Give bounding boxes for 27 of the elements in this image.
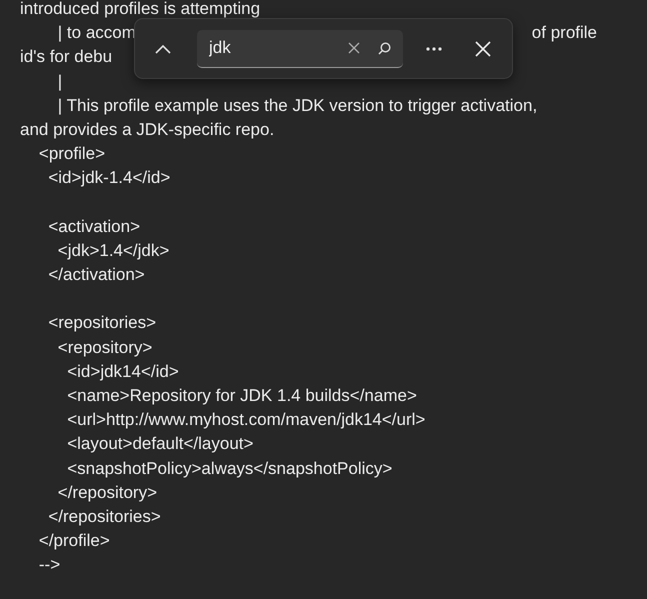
- code-line: <snapshotPolicy>always</snapshotPolicy>: [66, 458, 392, 480]
- code-line: -->: [38, 554, 60, 576]
- code-line: | This profile example uses the JDK version to trigger activation,: [56, 94, 538, 117]
- code-line: |: [56, 70, 62, 93]
- code-line: introduced profiles is attempting: [20, 0, 260, 20]
- code-line: <url>http://www.myhost.com/maven/jdk14</url>: [66, 409, 426, 432]
- code-line: <id>jdk-1.4</id>: [47, 167, 170, 190]
- code-line: id's for debu: [20, 46, 112, 68]
- search-icon[interactable]: [378, 42, 391, 54]
- code-line: </repositories>: [47, 506, 161, 528]
- code-line: <profile>: [38, 143, 106, 166]
- code-line: | to accom: [56, 22, 136, 44]
- code-line: <name>Repository for JDK 1.4 builds</name>: [66, 385, 417, 407]
- code-line: and provides a JDK-specific repo.: [20, 118, 274, 141]
- code-line: <jdk>1.4</jdk>: [56, 240, 170, 262]
- clear-icon[interactable]: [348, 42, 360, 54]
- code-line: <repository>: [56, 336, 152, 359]
- chevron-up-icon[interactable]: [155, 44, 171, 54]
- code-line: </profile>: [38, 530, 110, 552]
- code-line: </repository>: [56, 482, 158, 504]
- code-line: <layout>default</layout>: [66, 433, 254, 456]
- code-line: <activation>: [47, 216, 140, 238]
- code-line: </activation>: [47, 264, 145, 286]
- ellipsis-icon[interactable]: [426, 46, 442, 50]
- code-line: <repositories>: [47, 312, 156, 334]
- code-line: <id>jdk14</id>: [66, 360, 179, 383]
- code-line: of profile: [532, 22, 597, 44]
